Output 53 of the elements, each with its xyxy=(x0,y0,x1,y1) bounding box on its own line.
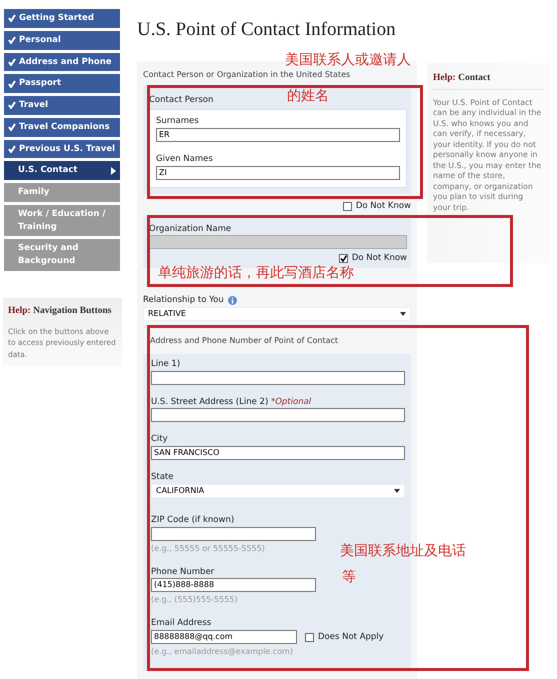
info-icon xyxy=(228,296,237,305)
nav-button[interactable]: Passport xyxy=(3,73,121,94)
annotation-text: 单纯旅游的话，再此写酒店名称 xyxy=(158,265,354,281)
field-label: State xyxy=(151,471,174,484)
annotation-text: 美国联系地址及电话 xyxy=(340,543,466,559)
hint-text: (e.g., emailaddress@example.com) xyxy=(151,646,293,658)
page-title: U.S. Point of Contact Information xyxy=(137,18,397,42)
nav-button[interactable]: Personal xyxy=(3,30,121,50)
field-label: Given Names xyxy=(156,153,213,166)
caret-icon xyxy=(400,312,406,316)
checkbox[interactable] xyxy=(342,202,352,211)
field-label: ZIP Code (if known) xyxy=(151,514,234,526)
help-title: Help: Navigation Buttons xyxy=(8,304,112,318)
input-field[interactable] xyxy=(151,370,405,384)
field-label: Phone Number xyxy=(151,566,214,578)
nav-button[interactable]: Getting Started xyxy=(3,8,121,29)
field-label: Email Address xyxy=(151,617,212,630)
hint-text: (e.g., (555)555-5555) xyxy=(151,594,238,606)
annotation-text: 的姓名 xyxy=(287,88,329,104)
input-field[interactable] xyxy=(151,526,316,540)
field-label: U.S. Street Address (Line 2) *Optional xyxy=(151,396,312,408)
nav-button[interactable]: Travel xyxy=(3,95,121,116)
field-label: City xyxy=(151,433,168,446)
annotation-text: 美国联系人或邀请人 xyxy=(285,52,411,68)
annotation-text: 等 xyxy=(342,569,356,585)
section-title: Contact Person or Organization in the United States xyxy=(143,68,350,80)
field-label: Relationship to You xyxy=(143,294,224,307)
input-field[interactable]: 88888888@qq.com xyxy=(151,630,297,644)
nav-button[interactable]: Address and Phone xyxy=(3,52,121,72)
input-field[interactable]: (415)888-8888 xyxy=(151,578,316,592)
field-label: Surnames xyxy=(156,115,199,128)
section-title: Address and Phone Number of Point of Contact xyxy=(150,334,338,347)
field-label: Line 1) xyxy=(151,358,180,370)
check-icon xyxy=(340,255,347,262)
caret-icon xyxy=(394,488,400,493)
group-label: Contact Person xyxy=(149,94,214,106)
hint-text: (e.g., 55555 or 55555-5555) xyxy=(151,542,265,554)
input-field[interactable]: ZI xyxy=(156,166,400,180)
checkbox-label: Does Not Apply xyxy=(318,630,384,644)
checkbox-label: Do Not Know xyxy=(356,200,411,212)
nav-button[interactable]: Previous U.S. Travel xyxy=(3,138,121,160)
select-field[interactable]: CALIFORNIA xyxy=(151,484,405,498)
nav-button[interactable]: U.S. Contact xyxy=(3,160,121,181)
input-field[interactable]: SAN FRANCISCO xyxy=(151,446,405,460)
select-field[interactable]: RELATIVE xyxy=(143,306,411,321)
nav-button[interactable]: Travel Companions xyxy=(3,116,121,138)
field-label: Organization Name xyxy=(149,222,232,236)
checkbox[interactable] xyxy=(305,632,314,642)
input-field[interactable]: ER xyxy=(156,128,400,142)
input-field[interactable] xyxy=(151,408,405,422)
arrow-right-icon xyxy=(111,166,116,175)
help-title: Help: Contact xyxy=(433,72,492,84)
checkbox-label: Do Not Know xyxy=(352,252,407,265)
